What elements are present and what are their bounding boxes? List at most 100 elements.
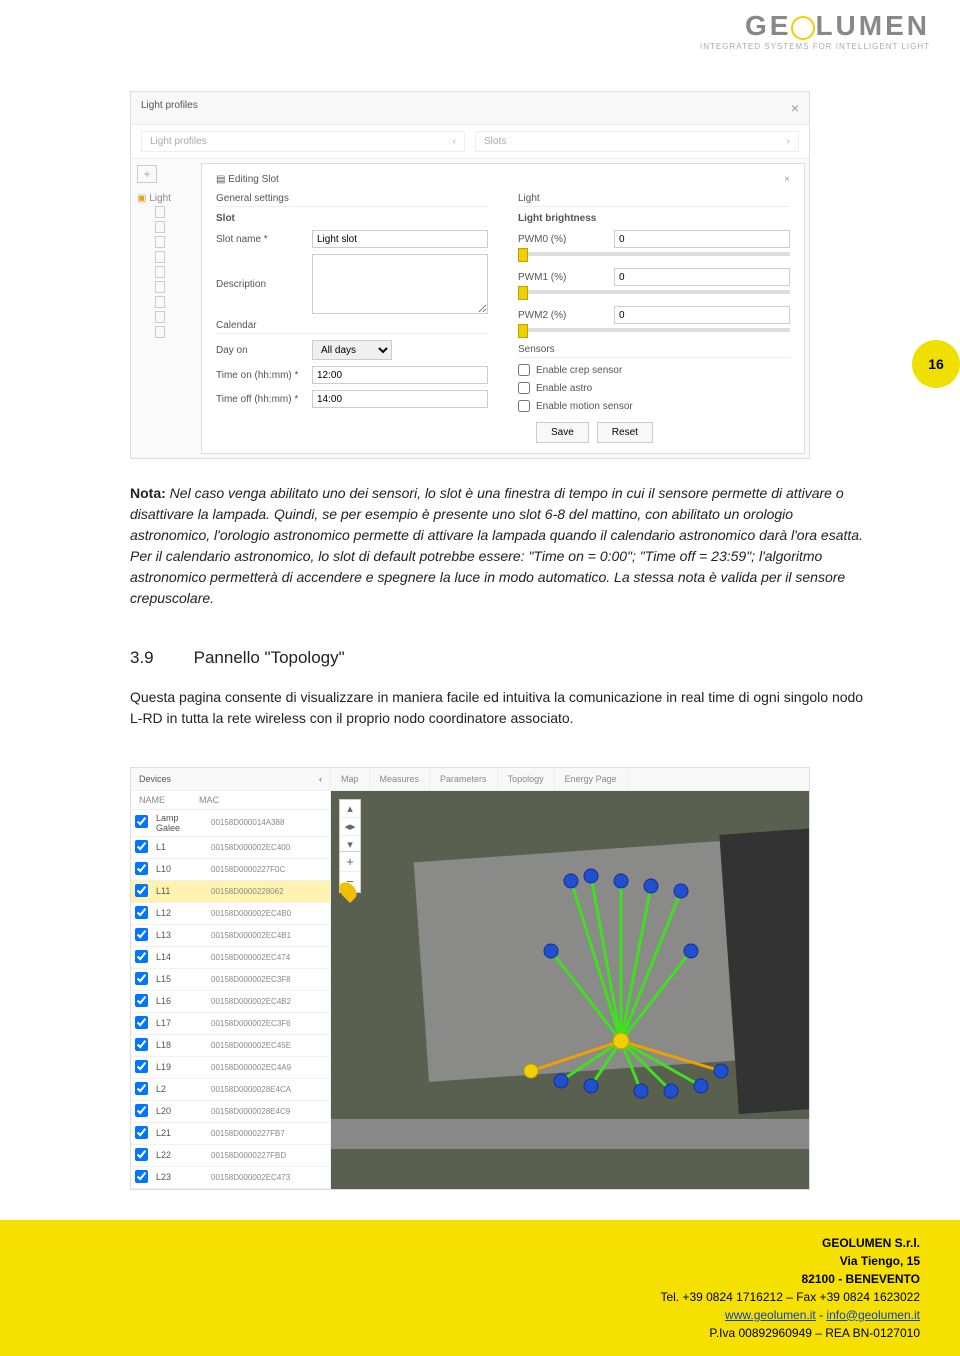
table-row[interactable]: L1100158D0000228062 (131, 880, 330, 902)
tree-leaf[interactable] (155, 326, 165, 338)
add-profile-button[interactable]: + (137, 165, 157, 183)
tree-leaf[interactable] (155, 206, 165, 218)
table-row[interactable]: L1500158D000002EC3F8 (131, 968, 330, 990)
tree-leaf[interactable] (155, 221, 165, 233)
tree-leaf[interactable] (155, 236, 165, 248)
motion-sensor-checkbox[interactable] (518, 400, 530, 412)
reset-button[interactable]: Reset (597, 422, 653, 443)
coordinator-node-icon (613, 1033, 629, 1049)
pwm0-input[interactable] (614, 230, 790, 248)
device-checkbox[interactable] (135, 1104, 148, 1117)
pwm2-slider[interactable] (518, 328, 790, 332)
table-row[interactable]: L1700158D000002EC3F6 (131, 1012, 330, 1034)
footer-piva: P.Iva 00892960949 – REA BN-0127010 (0, 1324, 920, 1342)
pwm2-label: PWM2 (%) (518, 310, 608, 321)
dialog-title: Editing Slot (228, 174, 279, 185)
table-row[interactable]: L1000158D0000227F0C (131, 858, 330, 880)
device-checkbox[interactable] (135, 928, 148, 941)
tab-slots[interactable]: Slots› (475, 131, 799, 152)
dayon-select[interactable]: All days (312, 340, 392, 360)
nota-text: Nel caso venga abilitato uno dei sensori… (130, 485, 863, 606)
tab-map[interactable]: Map (331, 768, 370, 790)
document-body: Nota: Nel caso venga abilitato uno dei s… (0, 459, 960, 749)
device-checkbox[interactable] (135, 1060, 148, 1073)
table-row[interactable]: L1200158D000002EC4B0 (131, 902, 330, 924)
device-checkbox[interactable] (135, 884, 148, 897)
topology-map[interactable]: ▴◂▸▾ +− (331, 791, 809, 1189)
device-name: L11 (152, 880, 207, 902)
table-row[interactable]: L200158D0000028E4CA (131, 1078, 330, 1100)
device-checkbox[interactable] (135, 994, 148, 1007)
table-row[interactable]: L1900158D000002EC4A9 (131, 1056, 330, 1078)
device-checkbox[interactable] (135, 906, 148, 919)
sub-tabs: Light profiles‹ Slots› (131, 125, 809, 159)
description-textarea[interactable] (312, 254, 488, 314)
device-checkbox[interactable] (135, 840, 148, 853)
nota-paragraph: Nota: Nel caso venga abilitato uno dei s… (130, 483, 870, 609)
device-mac: 00158D000002EC4B1 (207, 924, 330, 946)
table-row[interactable]: L2100158D0000227FB7 (131, 1122, 330, 1144)
pwm1-slider[interactable] (518, 290, 790, 294)
lamp-node-icon (694, 1079, 708, 1093)
table-row[interactable]: L2200158D0000227FBD (131, 1144, 330, 1166)
fieldset-sensors: Sensors (518, 344, 790, 358)
device-name: L23 (152, 1166, 207, 1188)
brightness-heading: Light brightness (518, 213, 790, 224)
table-row[interactable]: L100158D000002EC400 (131, 836, 330, 858)
table-row[interactable]: L2300158D000002EC473 (131, 1166, 330, 1188)
device-checkbox[interactable] (135, 950, 148, 963)
timeoff-input[interactable] (312, 390, 488, 408)
device-checkbox[interactable] (135, 815, 148, 828)
astro-checkbox[interactable] (518, 382, 530, 394)
device-checkbox[interactable] (135, 1016, 148, 1029)
tab-measures[interactable]: Measures (370, 768, 431, 790)
device-mac: 00158D0000228062 (207, 880, 330, 902)
lamp-node-icon (664, 1084, 678, 1098)
pwm2-input[interactable] (614, 306, 790, 324)
device-checkbox[interactable] (135, 1038, 148, 1051)
table-row[interactable]: L1800158D000002EC45E (131, 1034, 330, 1056)
device-mac: 00158D000002EC474 (207, 946, 330, 968)
chevron-right-icon: › (787, 136, 790, 147)
device-checkbox[interactable] (135, 972, 148, 985)
tree-leaf[interactable] (155, 311, 165, 323)
table-row[interactable]: L1400158D000002EC474 (131, 946, 330, 968)
tab-parameters[interactable]: Parameters (430, 768, 498, 790)
lamp-node-icon (554, 1074, 568, 1088)
device-mac: 00158D0000028E4C9 (207, 1100, 330, 1122)
tree-leaf[interactable] (155, 296, 165, 308)
lamp-node-icon (634, 1084, 648, 1098)
tree-leaf[interactable] (155, 251, 165, 263)
device-checkbox[interactable] (135, 1082, 148, 1095)
table-row[interactable]: L1600158D000002EC4B2 (131, 990, 330, 1012)
tab-topology[interactable]: Topology (498, 768, 555, 790)
footer-web-link[interactable]: www.geolumen.it (725, 1308, 816, 1322)
device-checkbox[interactable] (135, 1170, 148, 1183)
save-button[interactable]: Save (536, 422, 589, 443)
device-checkbox[interactable] (135, 1148, 148, 1161)
tab-light-profiles[interactable]: Light profiles‹ (141, 131, 465, 152)
table-row[interactable]: Lamp Galee00158D000014A388 (131, 810, 330, 837)
pwm1-input[interactable] (614, 268, 790, 286)
slot-name-input[interactable] (312, 230, 488, 248)
device-checkbox[interactable] (135, 862, 148, 875)
tab-energy-page[interactable]: Energy Page (555, 768, 628, 790)
tree-root[interactable]: ▣ Light (137, 191, 195, 206)
pwm0-slider[interactable] (518, 252, 790, 256)
device-checkbox[interactable] (135, 1126, 148, 1139)
chevron-left-icon[interactable]: ‹ (319, 774, 322, 784)
close-icon[interactable]: × (791, 100, 799, 116)
footer-mail-link[interactable]: info@geolumen.it (826, 1308, 920, 1322)
tree-leaf[interactable] (155, 281, 165, 293)
device-name: L14 (152, 946, 207, 968)
device-name: L1 (152, 836, 207, 858)
tree-leaf[interactable] (155, 266, 165, 278)
timeon-label: Time on (hh:mm) * (216, 370, 306, 381)
close-icon[interactable]: × (784, 174, 790, 185)
device-mac: 00158D0000227FB7 (207, 1122, 330, 1144)
table-row[interactable]: L1300158D000002EC4B1 (131, 924, 330, 946)
slot-name-label: Slot name * (216, 234, 306, 245)
table-row[interactable]: L2000158D0000028E4C9 (131, 1100, 330, 1122)
crep-sensor-checkbox[interactable] (518, 364, 530, 376)
timeon-input[interactable] (312, 366, 488, 384)
